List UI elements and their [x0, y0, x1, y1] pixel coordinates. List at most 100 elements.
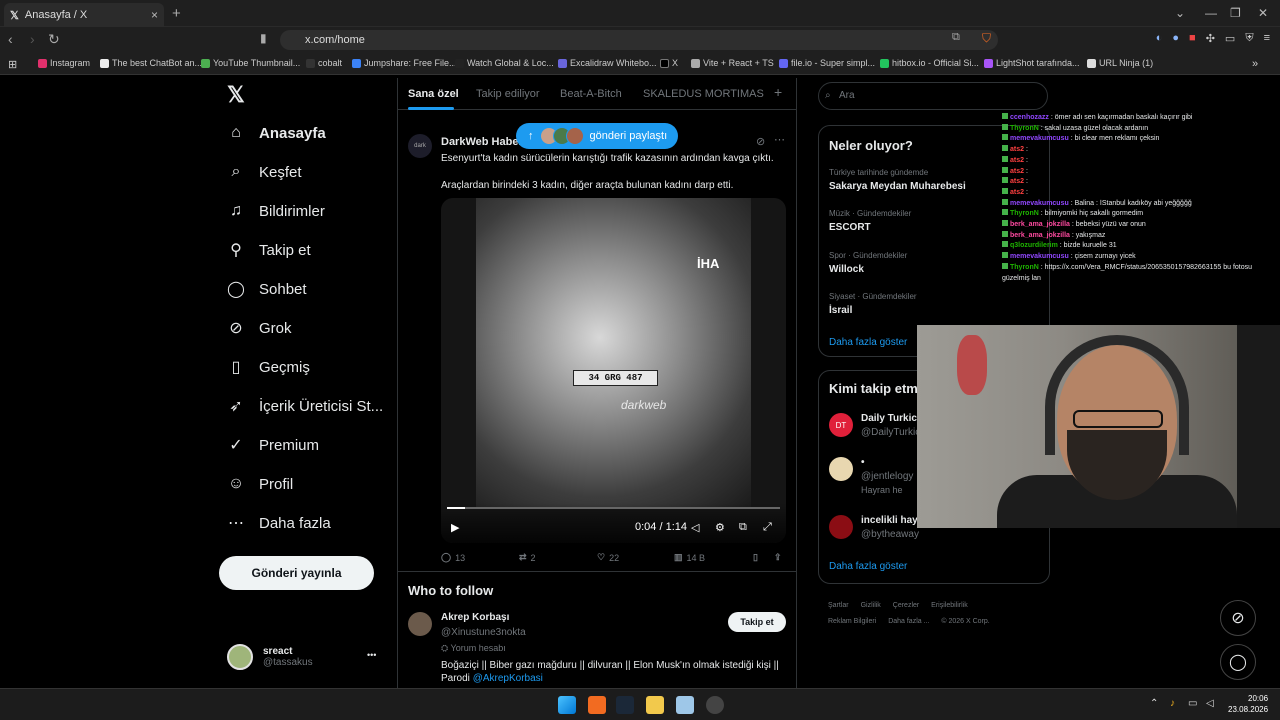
volume-icon[interactable]: ◁: [691, 521, 699, 534]
nav-item-more[interactable]: ⋯ Daha fazla: [227, 514, 331, 533]
more-bookmarks-icon[interactable]: »: [1252, 58, 1258, 70]
new-tab-button[interactable]: +: [172, 5, 181, 22]
folder-taskbar-icon[interactable]: [646, 696, 664, 714]
account-menu-icon[interactable]: •••: [367, 650, 376, 660]
chat-fab-button[interactable]: ◯: [1220, 644, 1256, 680]
footer-link[interactable]: Reklam Bilgileri: [828, 618, 876, 625]
grok-fab-button[interactable]: ⊘: [1220, 600, 1256, 636]
bookmark-item[interactable]: LightShot tarafında...: [984, 58, 1080, 68]
fullscreen-icon[interactable]: ⤢: [763, 521, 772, 534]
video-progress-bar[interactable]: [447, 507, 780, 509]
url-field[interactable]: x.com/home: [280, 30, 998, 50]
footer-link[interactable]: Şartlar: [828, 602, 849, 609]
app-taskbar-icon[interactable]: [676, 696, 694, 714]
avatar[interactable]: [829, 457, 853, 481]
browser-tab[interactable]: 𝕏 Anasayfa / X ×: [4, 3, 164, 27]
reply-button[interactable]: ◯ 13: [441, 552, 465, 563]
extension-icon[interactable]: ■: [1189, 32, 1196, 45]
bookmark-item[interactable]: Jumpshare: Free File...: [352, 58, 457, 68]
close-tab-icon[interactable]: ×: [151, 8, 158, 22]
tab-for-you[interactable]: Sana özel: [408, 88, 459, 100]
apps-grid-icon[interactable]: ⊞: [8, 58, 17, 71]
vpn-icon[interactable]: ⛨: [1245, 32, 1253, 45]
bookmark-item[interactable]: The best ChatBot an...: [100, 58, 202, 68]
nav-item-home[interactable]: ⌂ Anasayfa: [227, 124, 326, 142]
footer-link[interactable]: Gizlilik: [861, 602, 881, 609]
tab-following[interactable]: Takip ediliyor: [476, 88, 540, 100]
bookmark-item[interactable]: URL Ninja (1): [1087, 58, 1153, 68]
trend-item[interactable]: Türkiye tarihinde gündemde Sakarya Meydan…: [829, 168, 966, 192]
show-more-link[interactable]: Daha fazla göster: [829, 337, 907, 348]
open-external-icon[interactable]: ⧉: [952, 31, 960, 44]
play-icon[interactable]: ▶: [451, 521, 459, 534]
bookmark-item[interactable]: hitbox.io - Official Si...: [880, 58, 979, 68]
suggestion-name[interactable]: Akrep Korbaşı: [441, 612, 509, 623]
like-button[interactable]: ♡ 22: [597, 552, 619, 563]
x-logo-icon[interactable]: 𝕏: [227, 82, 245, 108]
steam-taskbar-icon[interactable]: [616, 696, 634, 714]
bookmark-item[interactable]: Vite + React + TS: [691, 58, 774, 68]
back-icon[interactable]: ‹: [8, 31, 13, 47]
post-button[interactable]: Gönderi yayınla: [219, 556, 374, 590]
sidebar-icon[interactable]: ▭: [1225, 32, 1235, 45]
forward-icon[interactable]: ›: [30, 31, 35, 47]
nav-item-notifications[interactable]: ♫ Bildirimler: [227, 202, 325, 220]
bookmark-item[interactable]: cobalt: [306, 58, 342, 68]
nav-item-grok[interactable]: ⊘ Grok: [227, 319, 291, 338]
extensions-puzzle-icon[interactable]: ✣: [1206, 32, 1215, 45]
account-switcher[interactable]: sreact @tassakus •••: [227, 644, 376, 670]
nav-item-bookmarks[interactable]: ▯ Geçmiş: [227, 358, 310, 377]
settings-icon[interactable]: ⚙: [715, 521, 725, 534]
close-window-icon[interactable]: ✕: [1258, 6, 1268, 20]
add-tab-button[interactable]: +: [774, 84, 782, 100]
network-icon[interactable]: ▭: [1188, 698, 1197, 709]
footer-link[interactable]: Çerezler: [893, 602, 919, 609]
show-more-link[interactable]: Daha fazla göster: [829, 561, 907, 572]
footer-link[interactable]: Erişilebilirlik: [931, 602, 968, 609]
tab-search-icon[interactable]: ⌄: [1175, 6, 1185, 20]
bookmark-item[interactable]: Watch Global & Loc...: [455, 58, 554, 68]
nav-item-profile[interactable]: ☺ Profil: [227, 475, 293, 493]
reload-icon[interactable]: ↻: [48, 31, 60, 48]
maximize-icon[interactable]: ❐: [1230, 6, 1241, 20]
avatar[interactable]: DT: [829, 413, 853, 437]
bookmark-item[interactable]: Excalidraw Whitebo...: [558, 58, 657, 68]
extension-icon[interactable]: ◐: [1156, 32, 1163, 45]
tweet-author[interactable]: DarkWeb Haber: [441, 136, 523, 148]
start-button[interactable]: [558, 696, 576, 714]
obs-taskbar-icon[interactable]: [706, 696, 724, 714]
author-avatar[interactable]: dark: [408, 134, 432, 158]
new-posts-pill[interactable]: ↑ gönderi paylaştı: [516, 123, 678, 149]
bookmark-item[interactable]: X: [660, 58, 678, 68]
trend-item[interactable]: Siyaset · Gündemdekiler İsrail: [829, 292, 917, 316]
tray-chevron-icon[interactable]: ⌃: [1150, 698, 1158, 709]
grok-icon[interactable]: ⊘: [756, 135, 765, 148]
footer-link[interactable]: Daha fazla ...: [888, 618, 929, 625]
brave-taskbar-icon[interactable]: [588, 696, 606, 714]
extension-icon[interactable]: ●: [1172, 32, 1179, 45]
avatar[interactable]: [408, 612, 432, 636]
bio-link[interactable]: @AkrepKorbasi: [473, 673, 543, 684]
share-button[interactable]: ⇪: [774, 552, 782, 563]
nav-item-follow[interactable]: ⚲ Takip et: [227, 241, 311, 260]
views-button[interactable]: ▥ 14 B: [674, 552, 705, 563]
brave-shield-icon[interactable]: ⛉: [982, 31, 991, 46]
nav-item-creator-studio[interactable]: ➶ İçerik Üreticisi St...: [227, 397, 383, 416]
system-clock[interactable]: 20:06 23.08.2026: [1228, 693, 1268, 715]
more-options-icon[interactable]: ⋯: [774, 133, 785, 146]
volume-icon[interactable]: ◁: [1206, 698, 1214, 709]
follow-button[interactable]: Takip et: [728, 612, 786, 632]
tab-list[interactable]: Beat-A-Bitch: [560, 88, 622, 100]
nav-item-chat[interactable]: ◯ Sohbet: [227, 280, 307, 299]
bookmark-button[interactable]: ▯: [753, 552, 758, 563]
tab-list[interactable]: SKALEDUS MORTIMAS: [643, 88, 764, 100]
bookmark-item[interactable]: Instagram: [38, 58, 90, 68]
mic-icon[interactable]: ♪: [1170, 698, 1175, 709]
tweet-video[interactable]: 34 GRG 487 İHA darkweb ▶ 0:04 / 1:14 ◁ ⚙…: [441, 198, 786, 543]
trend-item[interactable]: Müzik · Gündemdekiler ESCORT: [829, 209, 911, 233]
minimize-icon[interactable]: —: [1205, 6, 1217, 20]
pip-icon[interactable]: ⧉: [739, 521, 747, 534]
menu-icon[interactable]: ≡: [1264, 32, 1270, 45]
search-input[interactable]: ⌕ Ara: [818, 82, 1048, 110]
trend-item[interactable]: Spor · Gündemdekiler Willock: [829, 251, 907, 275]
